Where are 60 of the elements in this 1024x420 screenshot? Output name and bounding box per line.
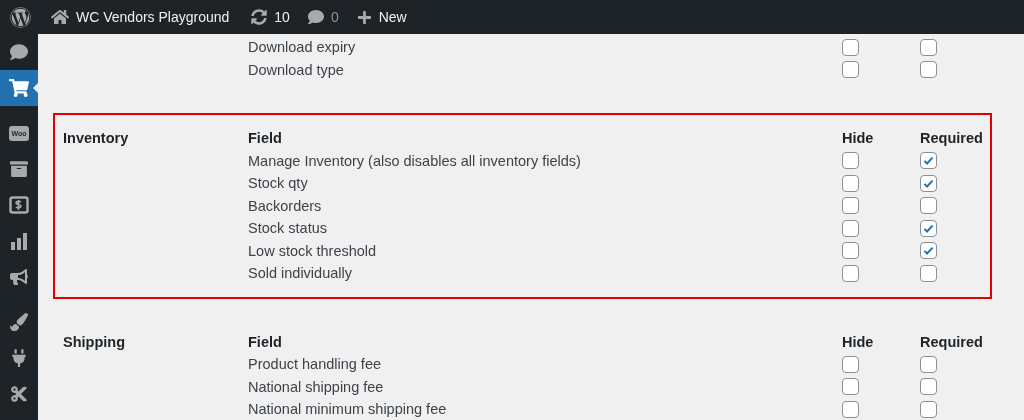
home-icon[interactable] bbox=[51, 8, 69, 26]
checkbox[interactable] bbox=[842, 61, 859, 79]
column-header: Field bbox=[248, 333, 283, 350]
column-header: Hide bbox=[842, 333, 875, 350]
checkbox[interactable] bbox=[842, 152, 859, 170]
column-header: Required bbox=[920, 130, 982, 147]
scissors-icon[interactable] bbox=[10, 385, 28, 403]
checkbox[interactable] bbox=[842, 242, 859, 260]
updates-count[interactable]: 10 bbox=[274, 9, 290, 25]
updates-icon[interactable] bbox=[251, 9, 268, 25]
checkbox[interactable] bbox=[920, 174, 937, 192]
checkbox[interactable] bbox=[842, 174, 859, 192]
site-title-link[interactable]: WC Vendors Playground bbox=[76, 9, 230, 25]
field-label: National minimum shipping fee bbox=[248, 401, 448, 418]
checkbox[interactable] bbox=[920, 61, 937, 79]
checkbox[interactable] bbox=[842, 197, 859, 215]
field-label: Sold individually bbox=[248, 265, 353, 282]
checkbox[interactable] bbox=[842, 355, 859, 373]
checkbox[interactable] bbox=[842, 378, 859, 396]
checkbox[interactable] bbox=[842, 400, 859, 418]
section-title: Inventory bbox=[63, 130, 130, 147]
field-label: Low stock threshold bbox=[248, 242, 378, 259]
field-label: Download type bbox=[248, 61, 345, 78]
checkbox[interactable] bbox=[920, 152, 937, 170]
column-header: Hide bbox=[842, 130, 875, 147]
checkbox[interactable] bbox=[842, 219, 859, 237]
new-link[interactable]: New bbox=[378, 9, 407, 25]
brush-icon[interactable] bbox=[10, 313, 28, 331]
section-title: Shipping bbox=[63, 333, 126, 350]
checkbox[interactable] bbox=[920, 242, 937, 260]
checkbox[interactable] bbox=[920, 264, 937, 282]
megaphone-icon[interactable] bbox=[10, 268, 28, 286]
column-header: Required bbox=[920, 333, 982, 350]
archive-icon[interactable] bbox=[10, 160, 28, 178]
plug-icon[interactable] bbox=[10, 349, 28, 367]
checkbox[interactable] bbox=[920, 355, 937, 373]
column-header: Field bbox=[248, 130, 283, 147]
cart-icon[interactable] bbox=[9, 78, 29, 98]
checkbox[interactable] bbox=[920, 219, 937, 237]
sidebar-item[interactable] bbox=[0, 70, 38, 106]
bar-chart-icon[interactable] bbox=[10, 232, 28, 250]
checkbox[interactable] bbox=[920, 378, 937, 396]
field-label: Stock qty bbox=[248, 175, 309, 192]
field-label: Stock status bbox=[248, 220, 328, 237]
field-label: Product handling fee bbox=[248, 356, 382, 373]
field-label: National shipping fee bbox=[248, 378, 385, 395]
checkbox[interactable] bbox=[842, 38, 859, 56]
wordpress-logo-icon[interactable] bbox=[10, 6, 31, 28]
comments-count[interactable]: 0 bbox=[330, 9, 339, 25]
checkbox[interactable] bbox=[842, 264, 859, 282]
field-label: Download expiry bbox=[248, 39, 357, 56]
checkbox[interactable] bbox=[920, 197, 937, 215]
plus-icon[interactable] bbox=[356, 9, 372, 25]
checkbox[interactable] bbox=[920, 38, 937, 56]
dollar-icon[interactable] bbox=[9, 196, 29, 214]
comment-icon[interactable] bbox=[10, 43, 28, 61]
field-label: Manage Inventory (also disables all inventory fields) bbox=[248, 152, 582, 169]
checkbox[interactable] bbox=[920, 400, 937, 418]
field-label: Backorders bbox=[248, 197, 323, 214]
comment-icon[interactable] bbox=[307, 9, 324, 25]
